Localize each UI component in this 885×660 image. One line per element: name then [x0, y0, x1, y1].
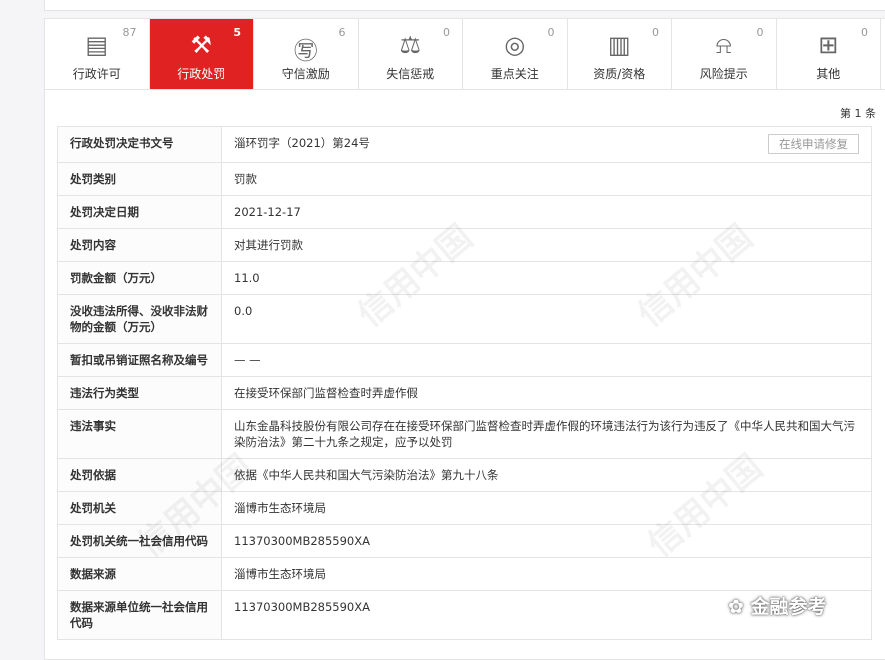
field-value-cell: 山东金晶科技股份有限公司存在在接受环保部门监督检查时弄虚作假的环境违法行为该行为… — [221, 409, 872, 459]
tab-count: 0 — [443, 26, 450, 39]
table-row: 罚款金额（万元） 11.0 — [57, 261, 872, 295]
tab-4[interactable]: ◎ 0 重点关注 — [463, 19, 568, 89]
table-row: 暂扣或吊销证照名称及编号 — — — [57, 343, 872, 377]
tab-label: 风险提示 — [699, 67, 748, 81]
field-value-cell: 11370300MB285590XA — [221, 524, 872, 558]
field-value-cell: 2021-12-17 — [221, 195, 872, 229]
tab-count: 0 — [652, 26, 659, 39]
table-row: 违法行为类型 在接受环保部门监督检查时弄虚作假 — [57, 376, 872, 410]
field-label: 没收违法所得、没收非法财物的金额（万元） — [57, 294, 222, 344]
tab-count: 6 — [338, 26, 346, 39]
field-value-cell: 在线申请修复 淄环罚字（2021）第24号 — [221, 126, 872, 163]
field-label: 处罚决定日期 — [57, 195, 222, 229]
field-value-cell: 对其进行罚款 — [221, 228, 872, 262]
field-value-cell: 淄博市生态环境局 — [221, 491, 872, 525]
field-value: 依据《中华人民共和国大气污染防治法》第九十八条 — [234, 468, 499, 482]
field-value: 淄环罚字（2021）第24号 — [234, 136, 370, 150]
tab-count: 0 — [756, 26, 764, 39]
table-row: 处罚内容 对其进行罚款 — [57, 228, 872, 262]
tab-5[interactable]: ▥ 0 资质/资格 — [568, 19, 672, 89]
tab-label: 守信激励 — [281, 67, 330, 81]
field-label: 违法行为类型 — [57, 376, 222, 410]
field-label: 处罚依据 — [57, 458, 222, 492]
table-row: 数据来源 淄博市生态环境局 — [57, 557, 872, 591]
field-value-cell: 罚款 — [221, 162, 872, 196]
field-value: 2021-12-17 — [234, 205, 301, 219]
tab-label: 失信惩戒 — [386, 67, 435, 81]
field-value-cell: 11.0 — [221, 261, 872, 295]
table-row: 违法事实 山东金晶科技股份有限公司存在在接受环保部门监督检查时弄虚作假的环境违法行… — [57, 409, 872, 459]
field-label: 处罚内容 — [57, 228, 222, 262]
field-label: 违法事实 — [57, 409, 222, 459]
tab-0[interactable]: ▤ 87 行政许可 — [45, 19, 150, 89]
table-row: 处罚类别 罚款 — [57, 162, 872, 196]
category-tabs: ▤ 87 行政许可 ⚒ 5 行政处罚㊢ 6 守信激励 ⚖ 0 失信惩戒 ◎ 0 重点关… — [45, 19, 885, 90]
field-value: 11370300MB285590XA — [234, 534, 370, 548]
tab-1[interactable]: ⚒ 5 行政处罚 — [149, 19, 254, 89]
field-value: 淄博市生态环境局 — [234, 501, 326, 515]
field-label: 数据来源单位统一社会信用代码 — [57, 590, 222, 640]
field-value: 11370300MB285590XA — [234, 600, 370, 614]
field-value: 在接受环保部门监督检查时弄虚作假 — [234, 386, 418, 400]
tab-7[interactable]: ⊞ 0 其他 — [777, 19, 881, 89]
tab-label: 其他 — [816, 67, 841, 81]
field-value-cell: 在接受环保部门监督检查时弄虚作假 — [221, 376, 872, 410]
field-value-cell: 淄博市生态环境局 — [221, 557, 872, 591]
wechat-icon: ✿ — [728, 596, 751, 618]
tab-count: 0 — [547, 26, 555, 39]
tab-label: 行政许可 — [72, 67, 121, 81]
field-value: 山东金晶科技股份有限公司存在在接受环保部门监督检查时弄虚作假的环境违法行为该行为… — [234, 419, 855, 449]
field-value: 对其进行罚款 — [234, 238, 303, 252]
field-value: 11.0 — [234, 271, 260, 285]
top-panel — [44, 0, 885, 11]
table-row: 处罚依据 依据《中华人民共和国大气污染防治法》第九十八条 — [57, 458, 872, 492]
field-label: 处罚类别 — [57, 162, 222, 196]
field-label: 罚款金额（万元） — [57, 261, 222, 295]
table-row: 没收违法所得、没收非法财物的金额（万元） 0.0 — [57, 294, 872, 344]
field-value: 淄博市生态环境局 — [234, 567, 326, 581]
tab-3[interactable]: ⚖ 0 失信惩戒 — [359, 19, 463, 89]
field-value-cell: 依据《中华人民共和国大气污染防治法》第九十八条 — [221, 458, 872, 492]
record-count: 第 1 条 — [840, 107, 876, 120]
brand-name: 金融参考 — [750, 596, 827, 618]
field-label: 行政处罚决定书文号 — [57, 126, 222, 163]
tab-label: 行政处罚 — [177, 67, 226, 81]
penalty-detail-table: 行政处罚决定书文号 在线申请修复 淄环罚字（2021）第24号 处罚类别 罚款 处罚决定日… — [57, 126, 872, 640]
credit-record-panel: ▤ 87 行政许可 ⚒ 5 行政处罚㊢ 6 守信激励 ⚖ 0 失信惩戒 ◎ 0 重点关… — [44, 18, 885, 660]
repair-button[interactable]: 在线申请修复 — [768, 134, 859, 154]
field-label: 处罚机关统一社会信用代码 — [57, 524, 222, 558]
field-label: 数据来源 — [57, 557, 222, 591]
field-label: 暂扣或吊销证照名称及编号 — [57, 343, 222, 377]
tab-count: 0 — [861, 26, 868, 39]
field-value: 罚款 — [234, 172, 257, 186]
field-label: 处罚机关 — [57, 491, 222, 525]
table-row: 处罚机关统一社会信用代码 11370300MB285590XA — [57, 524, 872, 558]
tab-count: 5 — [233, 26, 241, 39]
tab-count: 87 — [122, 26, 137, 39]
field-value-cell: 0.0 — [221, 294, 872, 344]
brand-logo: ✿ 金融参考 — [728, 592, 827, 619]
table-row: 行政处罚决定书文号 在线申请修复 淄环罚字（2021）第24号 — [57, 126, 872, 163]
tab-2[interactable]: ㊢ 6 守信激励 — [254, 19, 359, 89]
tab-6[interactable]: ⍾ 0 风险提示 — [672, 19, 777, 89]
field-value: 0.0 — [234, 304, 253, 318]
tab-label: 重点关注 — [490, 67, 539, 81]
table-row: 处罚决定日期 2021-12-17 — [57, 195, 872, 229]
field-value-cell: — — — [221, 343, 872, 377]
table-row: 处罚机关 淄博市生态环境局 — [57, 491, 872, 525]
field-value: — — — [234, 353, 261, 367]
tab-label: 资质/资格 — [593, 67, 646, 81]
